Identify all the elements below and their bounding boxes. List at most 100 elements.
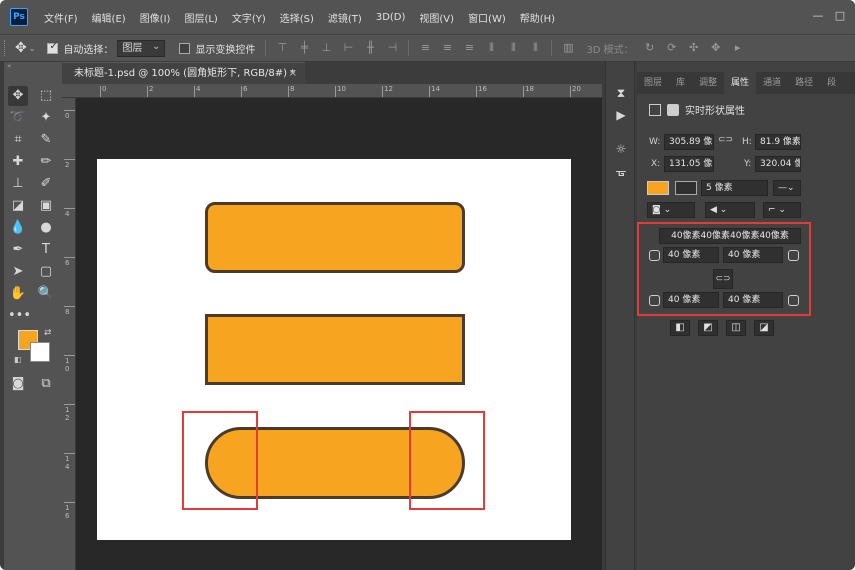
- menu-layer[interactable]: 图层(L): [184, 10, 217, 25]
- stroke-type-select[interactable]: —⌄: [773, 180, 801, 196]
- screen-mode-icon[interactable]: ⧉: [36, 374, 56, 394]
- path-selection-tool-icon[interactable]: ➤: [8, 262, 28, 282]
- menu-edit[interactable]: 编辑(E): [92, 10, 126, 25]
- rounded-rectangle-shape[interactable]: [205, 202, 465, 273]
- move-tool-icon[interactable]: ✥: [15, 40, 27, 56]
- pen-tool-icon[interactable]: ✒: [8, 240, 28, 260]
- gradient-tool-icon[interactable]: ▣: [36, 196, 56, 216]
- distribute-left-icon[interactable]: ⫴: [485, 42, 497, 54]
- history-brush-tool-icon[interactable]: ✐: [36, 174, 56, 194]
- menu-filter[interactable]: 滤镜(T): [328, 10, 362, 25]
- rectangle-shape[interactable]: [205, 314, 465, 385]
- stroke-color-button[interactable]: [675, 181, 697, 195]
- height-field[interactable]: 81.9 像素: [755, 134, 801, 150]
- menu-view[interactable]: 视图(V): [419, 10, 454, 25]
- eyedropper-tool-icon[interactable]: ✎: [36, 130, 56, 150]
- actions-play-icon[interactable]: ▶: [612, 106, 630, 124]
- brush-presets-icon[interactable]: ᚗ: [612, 162, 630, 180]
- exclude-shapes-button[interactable]: ◪: [754, 320, 774, 336]
- path-operations-select[interactable]: ◙ ⌄: [647, 202, 695, 218]
- clone-stamp-tool-icon[interactable]: ⊥: [8, 174, 28, 194]
- distribute-vcenter-icon[interactable]: ≡: [441, 42, 453, 54]
- document-tab[interactable]: 未标题-1.psd @ 100% (圆角矩形下, RGB/8#) * ×: [62, 62, 305, 84]
- tool-preset-chevron-icon[interactable]: ⌄: [29, 44, 36, 53]
- align-right-icon[interactable]: ⊣: [386, 42, 398, 54]
- align-bottom-icon[interactable]: ⊥: [320, 42, 332, 54]
- auto-select-target-select[interactable]: 图层: [117, 39, 166, 57]
- tab-paragraph[interactable]: 段: [820, 72, 843, 94]
- minimize-button[interactable]: —: [812, 10, 824, 22]
- menu-image[interactable]: 图像(I): [140, 10, 171, 25]
- intersect-shapes-button[interactable]: ◫: [726, 320, 746, 336]
- 3d-orbit-icon[interactable]: ↻: [644, 42, 656, 54]
- magic-wand-tool-icon[interactable]: ✦: [36, 108, 56, 128]
- move-tool-icon[interactable]: ✥: [8, 86, 28, 106]
- history-panel-icon[interactable]: ⧗: [612, 84, 630, 102]
- distribute-top-icon[interactable]: ≡: [419, 42, 431, 54]
- type-tool-icon[interactable]: T: [36, 240, 56, 260]
- brush-settings-icon[interactable]: ☼: [612, 140, 630, 158]
- stroke-width-select[interactable]: 5 像素: [701, 180, 768, 196]
- show-transform-checkbox[interactable]: [179, 42, 191, 54]
- marquee-tool-icon[interactable]: ⬚: [36, 86, 56, 106]
- healing-brush-tool-icon[interactable]: ✚: [8, 152, 28, 172]
- hand-tool-icon[interactable]: ✋: [8, 284, 28, 304]
- edit-toolbar-icon[interactable]: •••: [8, 306, 31, 326]
- ruler-top-tick: [288, 86, 289, 97]
- distribute-right-icon[interactable]: ⫴: [529, 42, 541, 54]
- tab-channels[interactable]: 通道: [756, 72, 788, 94]
- distribute-bottom-icon[interactable]: ≡: [463, 42, 475, 54]
- 3d-roll-icon[interactable]: ⟳: [666, 42, 678, 54]
- menu-window[interactable]: 窗口(W): [468, 10, 506, 25]
- quick-mask-icon[interactable]: ◙: [8, 374, 28, 394]
- x-field[interactable]: 131.05 像: [664, 156, 714, 172]
- tab-properties[interactable]: 属性: [724, 72, 757, 94]
- menu-select[interactable]: 选择(S): [280, 10, 314, 25]
- menu-file[interactable]: 文件(F): [44, 10, 78, 25]
- auto-select-checkbox[interactable]: [47, 41, 59, 54]
- swap-colors-icon[interactable]: ⇄: [44, 328, 52, 338]
- subtract-shapes-button[interactable]: ◩: [698, 320, 718, 336]
- close-tab-icon[interactable]: ×: [289, 63, 297, 85]
- crop-tool-icon[interactable]: ⌗: [8, 130, 28, 150]
- tab-adjustments[interactable]: 调整: [692, 72, 724, 94]
- combine-shapes-button[interactable]: ◧: [670, 320, 690, 336]
- link-dimensions-icon[interactable]: ⊂⊃: [718, 135, 733, 145]
- align-vcenter-icon[interactable]: ╪: [298, 42, 310, 54]
- tab-paths[interactable]: 路径: [788, 72, 820, 94]
- align-hcenter-icon[interactable]: ╫: [364, 42, 376, 54]
- background-color-swatch[interactable]: [30, 342, 50, 362]
- 3d-pan-icon[interactable]: ✣: [688, 42, 700, 54]
- menu-3d[interactable]: 3D(D): [376, 12, 406, 23]
- tools-collapse-grip[interactable]: «: [4, 62, 62, 72]
- eraser-tool-icon[interactable]: ◪: [8, 196, 28, 216]
- align-top-icon[interactable]: ⊤: [276, 42, 288, 54]
- dodge-tool-icon[interactable]: ●: [36, 218, 56, 238]
- align-left-icon[interactable]: ⊢: [342, 42, 354, 54]
- y-field[interactable]: 320.04 像: [755, 156, 801, 172]
- tab-libraries[interactable]: 库: [669, 72, 692, 94]
- canvas[interactable]: [97, 159, 571, 540]
- blur-tool-icon[interactable]: 💧: [8, 218, 28, 238]
- zoom-tool-icon[interactable]: 🔍: [36, 284, 56, 304]
- auto-align-icon[interactable]: ▥: [562, 42, 574, 54]
- tab-layers[interactable]: 图层: [637, 72, 669, 94]
- path-alignment-select[interactable]: ◀ ⌄: [705, 202, 755, 218]
- width-field[interactable]: 305.89 像: [664, 134, 714, 150]
- restore-button[interactable]: □: [834, 10, 846, 22]
- fill-color-button[interactable]: [647, 181, 669, 195]
- 3d-slide-icon[interactable]: ✥: [710, 42, 722, 54]
- ruler-left[interactable]: 0 2 4 6 8 1 0 1 2 1 4 1 6: [62, 98, 76, 570]
- options-grip[interactable]: [4, 40, 7, 56]
- lasso-tool-icon[interactable]: ➰: [8, 108, 28, 128]
- path-arrangement-select[interactable]: ⌐ ⌄: [763, 202, 801, 218]
- menu-type[interactable]: 文字(Y): [232, 10, 266, 25]
- rounded-rectangle-tool-icon[interactable]: ▢: [36, 262, 56, 282]
- ruler-top[interactable]: 0 2 4 6 8 10 12 14 16 18 20: [62, 84, 602, 98]
- panel-icon-column: ⧗ ▶ ☼ ᚗ: [605, 62, 635, 570]
- brush-tool-icon[interactable]: ✏: [36, 152, 56, 172]
- 3d-scale-icon[interactable]: ▸: [732, 42, 744, 54]
- menu-help[interactable]: 帮助(H): [520, 10, 555, 25]
- distribute-hcenter-icon[interactable]: ⫴: [507, 42, 519, 54]
- default-colors-icon[interactable]: ◧: [14, 355, 22, 364]
